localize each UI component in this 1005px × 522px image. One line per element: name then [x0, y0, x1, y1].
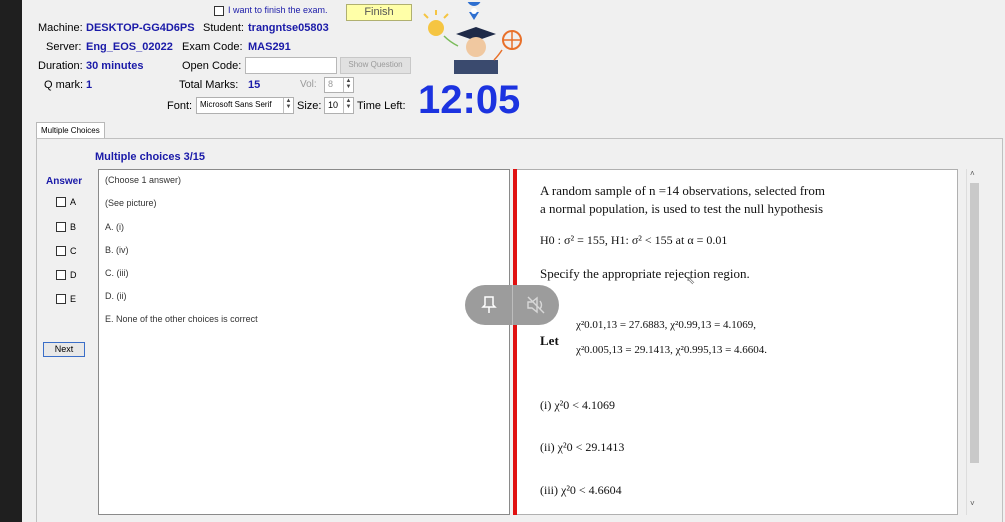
choice-i: (i) χ²0 < 4.1069	[540, 398, 616, 412]
option-line: C. (iii)	[105, 268, 129, 278]
qmark-label: Q mark:	[44, 79, 84, 91]
size-label: Size:	[297, 100, 322, 112]
pin-icon[interactable]	[481, 296, 497, 314]
option-line: D. (ii)	[105, 291, 127, 301]
stepper-arrows-icon[interactable]: ▲ ▼	[343, 78, 353, 92]
finish-exam-label[interactable]: I want to finish the exam.	[228, 5, 328, 15]
open-code-label: Open Code:	[182, 60, 242, 72]
finish-button[interactable]: Finish	[346, 4, 412, 21]
option-line: A. (i)	[105, 222, 124, 232]
option-line: (Choose 1 answer)	[105, 175, 182, 185]
option-line: E. None of the other choices is correct	[105, 314, 258, 324]
finish-exam-checkbox[interactable]	[214, 6, 224, 16]
answer-letter-c: C	[70, 246, 77, 256]
server-label: Server:	[46, 41, 82, 53]
answer-letter-a: A	[70, 197, 77, 207]
choice-iii: (iii) χ²0 < 4.6604	[540, 483, 622, 497]
answer-letter-b: B	[70, 222, 77, 232]
exam-window: I want to finish the exam. Finish Machin…	[22, 0, 1005, 522]
qmark-value: 1	[86, 79, 93, 91]
duration-label: Duration:	[38, 60, 83, 72]
answer-checkbox-e[interactable]	[56, 294, 66, 304]
answer-letter-e: E	[70, 294, 77, 304]
option-line: (See picture)	[105, 198, 157, 208]
scrollbar-thumb[interactable]	[970, 183, 979, 463]
answer-checkbox-d[interactable]	[56, 270, 66, 280]
problem-line-1: A random sample of n =14 observations, s…	[540, 183, 825, 198]
problem-line-2: a normal population, is used to test the…	[540, 201, 824, 216]
student-value: trangntse05803	[248, 22, 329, 34]
countdown-timer: 12:05	[418, 78, 521, 122]
answer-letter-d: D	[70, 270, 77, 280]
open-code-input[interactable]	[245, 57, 337, 74]
scroll-up-icon[interactable]: ˄	[970, 169, 975, 178]
size-value: 10	[328, 100, 339, 110]
exam-code-value: MAS291	[248, 41, 291, 53]
machine-value: DESKTOP-GG4D6PS	[86, 22, 195, 34]
vertical-scrollbar[interactable]: ˄ ˅	[966, 169, 982, 515]
show-question-button[interactable]: Show Question	[340, 57, 411, 74]
chi-values-line-2: χ²0.005,13 = 29.1413, χ²0.995,13 = 4.660…	[576, 344, 768, 356]
let-label: Let	[540, 333, 559, 348]
mute-icon[interactable]	[526, 296, 546, 314]
answer-checkbox-a[interactable]	[56, 197, 66, 207]
stepper-arrows-icon[interactable]: ▲ ▼	[283, 98, 293, 113]
student-label: Student:	[203, 22, 244, 34]
exam-code-label: Exam Code:	[182, 41, 243, 53]
total-marks-value: 15	[248, 79, 261, 91]
font-label: Font:	[167, 100, 193, 112]
volume-stepper[interactable]: 8 ▲ ▼	[324, 77, 354, 93]
answer-label: Answer	[46, 176, 83, 187]
overlay-divider	[512, 285, 513, 325]
options-textbox[interactable]: (Choose 1 answer) (See picture) A. (i) B…	[98, 169, 510, 515]
volume-value: 8	[328, 79, 334, 89]
server-value: Eng_EOS_02022	[86, 41, 173, 53]
graduate-illustration	[414, 0, 536, 74]
duration-value: 30 minutes	[86, 60, 144, 72]
total-marks-label: Total Marks:	[179, 79, 239, 91]
machine-label: Machine:	[38, 22, 83, 34]
mouse-cursor-icon: ⇖	[686, 275, 696, 287]
font-value: Microsoft Sans Serif	[200, 100, 272, 109]
font-selector[interactable]: Microsoft Sans Serif ▲ ▼	[196, 97, 294, 114]
answer-checkbox-c[interactable]	[56, 246, 66, 256]
chi-values-line-1: χ²0.01,13 = 27.6883, χ²0.99,13 = 4.1069,	[576, 319, 757, 331]
question-title: Multiple choices 3/15	[95, 151, 206, 163]
vol-label: Vol:	[300, 79, 317, 90]
hypothesis: H0 : σ² = 155, H1: σ² < 155 at α = 0.01	[540, 233, 728, 247]
choice-ii: (ii) χ²0 < 29.1413	[540, 440, 625, 454]
option-line: B. (iv)	[105, 245, 129, 255]
size-stepper[interactable]: 10 ▲ ▼	[324, 97, 354, 114]
floating-controls	[465, 285, 559, 325]
stepper-arrows-icon[interactable]: ▲ ▼	[343, 98, 353, 113]
scroll-down-icon[interactable]: ˅	[970, 499, 975, 508]
specify-text: Specify the appropriate rejection region…	[540, 266, 750, 281]
time-left-label: Time Left:	[357, 100, 406, 112]
red-divider	[513, 169, 517, 515]
answer-checkbox-b[interactable]	[56, 222, 66, 232]
question-picture: A random sample of n =14 observations, s…	[513, 169, 958, 515]
next-button[interactable]: Next	[43, 342, 85, 357]
tab-multiple-choices[interactable]: Multiple Choices	[36, 122, 105, 139]
